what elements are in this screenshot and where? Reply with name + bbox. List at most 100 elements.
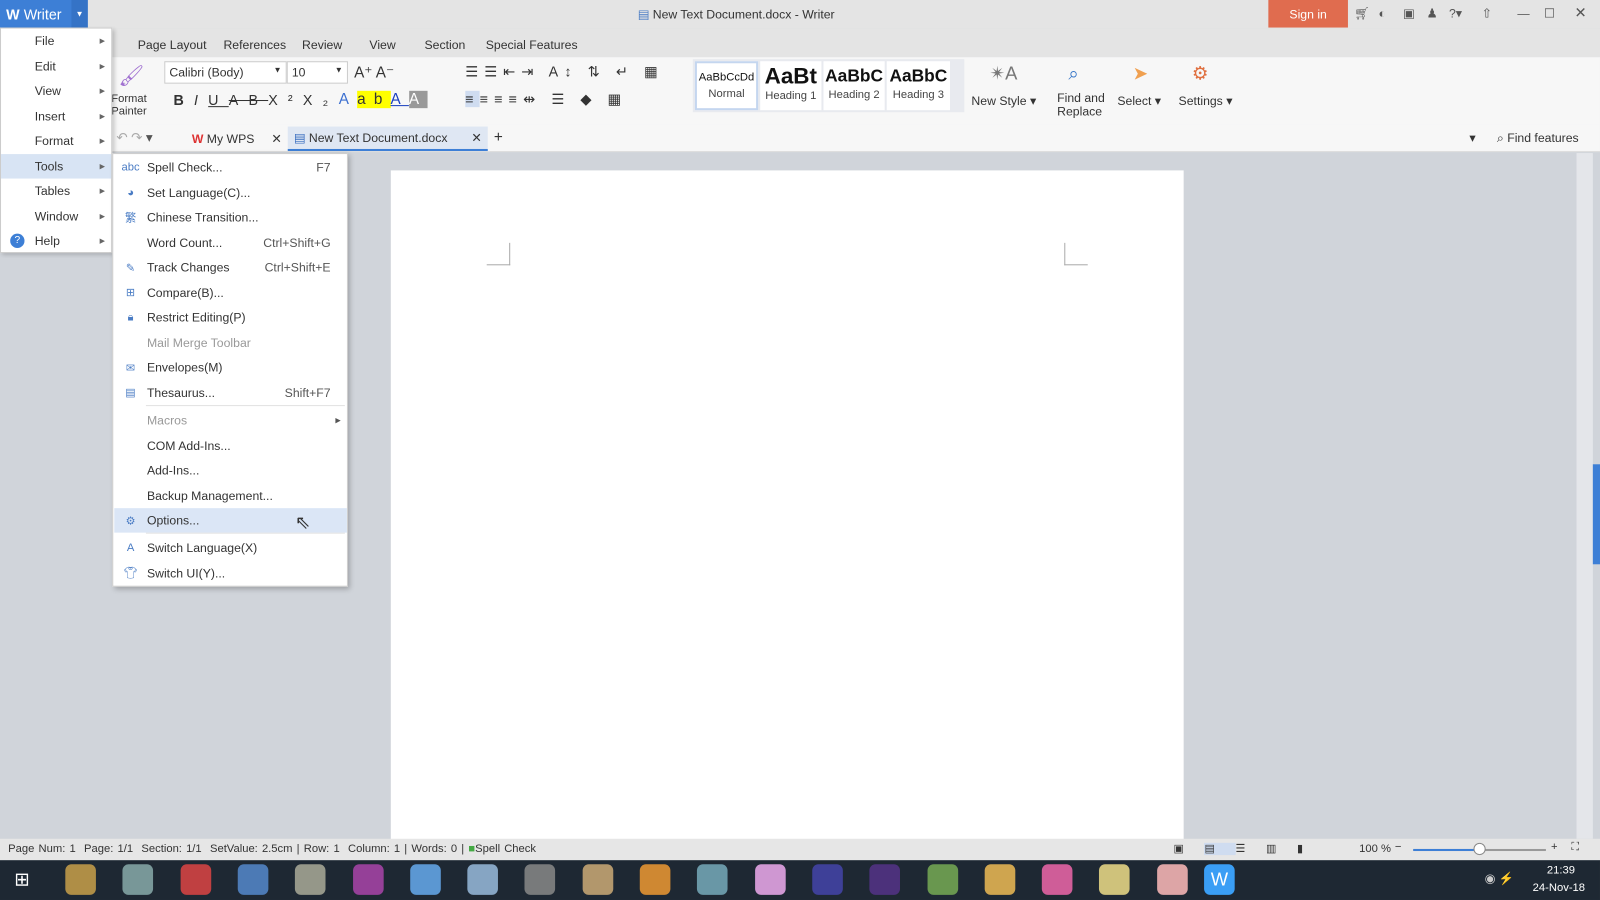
font-family-select[interactable]: Calibri (Body) ▼ [164, 61, 287, 84]
clock-time[interactable]: 21:39 [1547, 864, 1575, 876]
style-normal[interactable]: AaBbCcDd Normal [694, 61, 759, 111]
cart-icon[interactable]: 🛒︎ [1354, 6, 1370, 20]
menu-item-switch-ui-y[interactable]: 👕︎ Switch UI(Y)... [114, 561, 347, 585]
tab-new-text-document[interactable]: ▤ New Text Document.docx ✕ [287, 126, 488, 152]
taskbar-app-icon[interactable] [639, 864, 671, 895]
taskbar-app-icon[interactable] [1099, 864, 1130, 895]
paragraph-list-icons[interactable]: ☰☰⇤⇥ A↕ ⇅ ↵ ▦ [465, 63, 663, 80]
menu-item-options[interactable]: ⚙ Options... [114, 508, 347, 533]
menu-item-set-language-c[interactable]: ◕ Set Language(C)... [114, 180, 347, 204]
close-icon[interactable]: ✕ [1574, 4, 1586, 21]
menu-item-thesaurus[interactable]: ▤ Thesaurus... Shift+F7 [114, 380, 347, 404]
shirt-icon[interactable]: ♟ [1427, 6, 1438, 20]
fullscreen-icon[interactable]: ⛶ [1571, 841, 1579, 854]
chevron-down-icon[interactable]: ▼ [71, 0, 88, 28]
settings-button[interactable]: Settings ▾ [1179, 94, 1233, 108]
menu-item-insert[interactable]: Insert ▶ [1, 104, 111, 128]
windows-start-icon[interactable]: ⊞ [14, 869, 29, 890]
bold-icon[interactable]: B [173, 92, 194, 108]
taskbar-wps-writer-icon[interactable]: W [1204, 864, 1235, 895]
menu-item-spell-check[interactable]: abc Spell Check... F7 [114, 155, 347, 179]
taskbar-app-icon[interactable] [524, 864, 556, 895]
vertical-scrollbar[interactable] [1576, 153, 1593, 839]
taskbar-app-icon[interactable] [869, 864, 901, 895]
menu-item-com-add-ins[interactable]: COM Add-Ins... [114, 433, 347, 457]
new-style-button[interactable]: New Style ▾ [971, 94, 1036, 108]
menu-item-format[interactable]: Format ▶ [1, 129, 111, 153]
taskbar-app-icon[interactable] [582, 864, 613, 895]
taskbar-app-icon[interactable] [180, 864, 211, 895]
italic-icon[interactable]: I [194, 92, 208, 108]
select-button[interactable]: Select ▾ [1117, 94, 1161, 108]
menu-item-word-count[interactable]: Word Count... Ctrl+Shift+G [114, 230, 347, 254]
taskbar-app-icon[interactable] [352, 864, 384, 895]
clock-date[interactable]: 24-Nov-18 [1533, 882, 1585, 894]
menu-item-compare-b[interactable]: ⊞ Compare(B)... [114, 280, 347, 304]
menu-item-envelopes-m[interactable]: ✉ Envelopes(M) [114, 355, 347, 379]
tab-view[interactable]: View [369, 38, 395, 52]
taskbar-app-icon[interactable] [754, 864, 786, 895]
sign-in-button[interactable]: Sign in [1268, 0, 1348, 28]
find-replace-button[interactable]: Find and Replace [1057, 91, 1110, 119]
menu-item-window[interactable]: Window ▶ [1, 204, 111, 228]
close-icon[interactable]: ✕ [471, 131, 481, 145]
font-icon[interactable]: ▣ [1403, 6, 1415, 20]
tab-section[interactable]: Section [424, 38, 465, 52]
tray-icons[interactable]: ◉ ⚡ [1485, 871, 1514, 885]
taskbar-app-icon[interactable] [295, 864, 326, 895]
format-buttons[interactable]: BIUABX²X₂ [173, 92, 338, 108]
tab-references[interactable]: References [223, 38, 286, 52]
taskbar-app-icon[interactable] [409, 864, 441, 895]
tab-page-layout[interactable]: Page Layout [138, 38, 207, 52]
writer-menu-button[interactable]: W Writer ▼ [0, 0, 88, 28]
minimize-icon[interactable]: — [1517, 6, 1529, 20]
menu-item-restrict-editing-p[interactable]: 🔒︎ Restrict Editing(P) [114, 305, 347, 329]
view-mode-icons[interactable]: ▣▤☰▥▮ [1173, 842, 1323, 856]
maximize-icon[interactable]: ☐ [1544, 6, 1555, 20]
menu-item-add-ins[interactable]: Add-Ins... [114, 458, 347, 482]
grow-font-icon[interactable]: A⁺ A⁻ [354, 63, 394, 81]
zoom-in-icon[interactable]: + [1551, 841, 1558, 853]
format-painter-button[interactable]: Format Painter [111, 93, 152, 117]
tab-my-wps[interactable]: W My WPS ✕ [186, 127, 288, 151]
menu-item-switch-language-x[interactable]: A Switch Language(X) [114, 536, 347, 560]
font-color-icons[interactable]: AabAA [339, 90, 428, 109]
menu-item-edit[interactable]: Edit ▶ [1, 54, 111, 78]
menu-item-file[interactable]: File ▶ [1, 29, 111, 53]
taskbar-app-icon[interactable] [984, 864, 1016, 895]
taskbar-app-icon[interactable] [1156, 864, 1188, 895]
taskbar-app-icon[interactable] [122, 864, 154, 895]
taskbar-app-icon[interactable] [467, 864, 499, 895]
taskbar-app-icon[interactable] [927, 864, 958, 895]
underline-icon[interactable]: U [208, 92, 229, 108]
tab-review[interactable]: Review [302, 38, 342, 52]
skin-icon[interactable]: ◐ [1379, 6, 1386, 20]
new-tab-icon[interactable]: + [494, 129, 503, 146]
menu-item-track-changes[interactable]: ✎ Track Changes Ctrl+Shift+E [114, 255, 347, 279]
style-heading-2[interactable]: AaBbC Heading 2 [823, 61, 885, 111]
menu-item-tools[interactable]: Tools ▶ [1, 153, 112, 179]
strikethrough-icon[interactable]: AB [229, 92, 268, 108]
tab-special-features[interactable]: Special Features [486, 38, 578, 52]
taskbar-app-icon[interactable] [237, 864, 269, 895]
taskbar-app-icon[interactable] [812, 864, 843, 895]
menu-item-help[interactable]: ? Help ▶ [1, 229, 111, 253]
font-size-select[interactable]: 10 ▼ [286, 61, 348, 84]
find-features-button[interactable]: ⌕ Find features [1497, 131, 1579, 146]
menu-item-tables[interactable]: Tables ▶ [1, 179, 111, 203]
taskbar-app-icon[interactable] [1041, 864, 1073, 895]
zoom-out-icon[interactable]: − [1395, 841, 1402, 853]
menu-item-chinese-transition[interactable]: 繁 Chinese Transition... [114, 205, 347, 229]
style-heading-3[interactable]: AaBbC Heading 3 [886, 61, 950, 111]
taskbar-app-icon[interactable] [697, 864, 728, 895]
upload-icon[interactable]: ⇧ [1482, 6, 1492, 20]
menu-item-view[interactable]: View ▶ [1, 79, 111, 103]
close-icon[interactable]: ✕ [271, 132, 281, 146]
help-icon[interactable]: ?▾ [1449, 6, 1462, 20]
side-panel-handle[interactable] [1592, 464, 1600, 565]
document-page[interactable] [390, 170, 1184, 844]
taskbar-app-icon[interactable] [65, 864, 96, 895]
undo-redo-icons[interactable]: ↶ ↷ ▾ [116, 130, 152, 146]
zoom-slider-thumb[interactable] [1473, 842, 1486, 856]
style-heading-1[interactable]: AaBt Heading 1 [760, 61, 822, 111]
